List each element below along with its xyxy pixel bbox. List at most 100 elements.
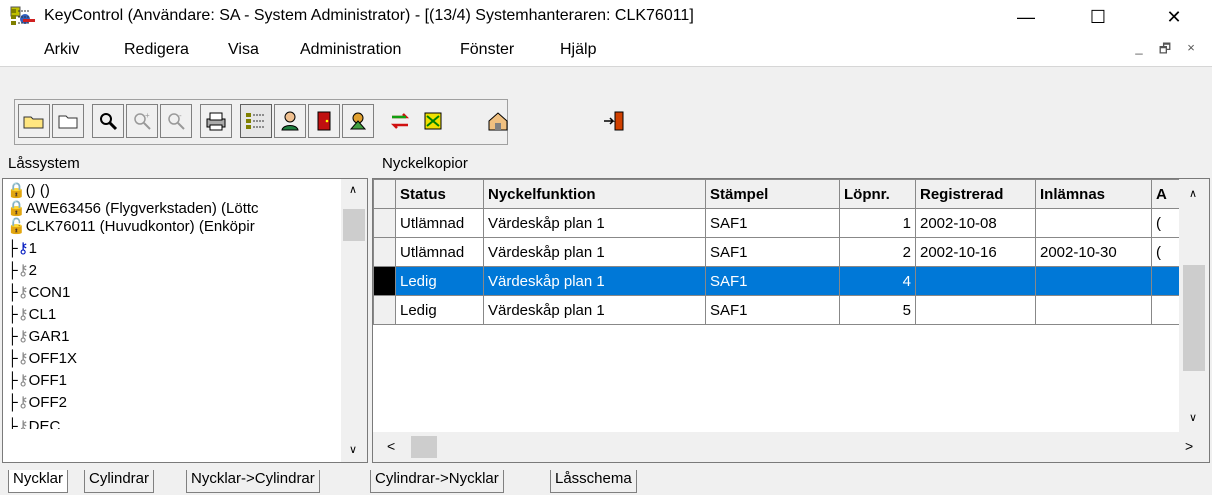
menu-administration[interactable]: Administration [300, 41, 401, 59]
scrollbar-thumb[interactable] [411, 436, 437, 458]
tree-node-key-2[interactable]: ├⚷2 [7, 261, 37, 279]
row-selector[interactable] [373, 295, 396, 325]
table-row[interactable]: Ledig Värdeskåp plan 1 SAF1 5 [373, 295, 1182, 325]
column-header-stampel[interactable]: Stämpel [705, 179, 840, 209]
open-folder-icon[interactable] [18, 104, 50, 138]
cell-stampel: SAF1 [705, 266, 840, 296]
door-icon[interactable] [308, 104, 340, 138]
maximize-button[interactable]: ☐ [1070, 0, 1126, 34]
cell-inlamnas: 2002-10-30 [1035, 237, 1152, 267]
minimize-button[interactable]: — [998, 0, 1054, 34]
scroll-up-icon[interactable]: ∧ [1189, 187, 1197, 200]
key-icon: ⚷ [17, 394, 29, 411]
table-row-selected[interactable]: Ledig Värdeskåp plan 1 SAF1 4 [373, 266, 1182, 296]
key-group-icon[interactable] [342, 104, 374, 138]
key-icon: ⚷ [17, 284, 29, 301]
mdi-restore-button[interactable]: 🗗 [1154, 40, 1176, 60]
row-selector[interactable] [373, 237, 396, 267]
lock-open-icon: 🔓 [7, 218, 26, 235]
lassystem-label: Låssystem [8, 155, 80, 172]
tab-cylindrar[interactable]: Cylindrar [84, 470, 155, 493]
lock-icon: 🔒 [7, 200, 26, 217]
zoom-in-icon[interactable]: + [126, 104, 158, 138]
key-icon-blue: ⚷ [17, 240, 29, 257]
column-header-inlamnas[interactable]: Inlämnas [1035, 179, 1152, 209]
column-header-registrerad[interactable]: Registrerad [915, 179, 1036, 209]
scroll-down-icon[interactable]: ∨ [1189, 411, 1197, 424]
tab-nycklar-cylindrar[interactable]: Nycklar->Cylindrar [186, 470, 320, 493]
mdi-close-button[interactable]: × [1180, 40, 1202, 60]
menu-fonster[interactable]: Fönster [460, 41, 514, 59]
cell-a: ( [1151, 237, 1182, 267]
cell-nyckelfunktion: Värdeskåp plan 1 [483, 295, 706, 325]
table-row[interactable]: Utlämnad Värdeskåp plan 1 SAF1 2 2002-10… [373, 237, 1182, 267]
cell-stampel: SAF1 [705, 237, 840, 267]
tree-node-off2[interactable]: ├⚷OFF2 [7, 393, 67, 411]
tree-view-icon[interactable] [240, 104, 272, 138]
exit-door-icon[interactable] [598, 104, 630, 138]
transfer-icon[interactable] [384, 104, 416, 138]
cell-stampel: SAF1 [705, 208, 840, 238]
menu-visa[interactable]: Visa [228, 41, 259, 59]
grid-vertical-scrollbar[interactable]: ∧ ∨ [1179, 179, 1209, 432]
key-icon: ⚷ [17, 418, 29, 429]
key-exchange-icon[interactable] [418, 104, 450, 138]
row-selector-header [373, 179, 396, 209]
tree-node-con1[interactable]: ├⚷CON1 [7, 283, 70, 301]
column-header-status[interactable]: Status [395, 179, 484, 209]
row-selector[interactable] [373, 208, 396, 238]
cell-registrerad: 2002-10-08 [915, 208, 1036, 238]
cell-inlamnas [1035, 266, 1152, 296]
tree-node-root[interactable]: 🔒() () [7, 181, 50, 199]
grid-horizontal-scrollbar[interactable]: < > [373, 432, 1209, 462]
tree-node-dec[interactable]: ├⚷DEC [7, 417, 60, 429]
row-selector[interactable] [373, 266, 396, 296]
table-row[interactable]: Utlämnad Värdeskåp plan 1 SAF1 1 2002-10… [373, 208, 1182, 238]
scroll-left-icon[interactable]: < [387, 438, 395, 454]
menu-arkiv[interactable]: Arkiv [44, 41, 80, 59]
svg-text:+: + [145, 111, 150, 120]
tree-node-gar1[interactable]: ├⚷GAR1 [7, 327, 70, 345]
print-icon[interactable] [200, 104, 232, 138]
scrollbar-thumb[interactable] [343, 209, 365, 241]
tab-nycklar[interactable]: Nycklar [8, 470, 69, 493]
key-copies-grid[interactable]: Status Nyckelfunktion Stämpel Löpnr. Reg… [372, 178, 1210, 463]
close-button[interactable]: ✕ [1146, 0, 1202, 34]
key-icon: ⚷ [17, 262, 29, 279]
tab-cylindrar-nycklar[interactable]: Cylindrar->Nycklar [370, 470, 504, 493]
scrollbar-thumb[interactable] [1183, 265, 1205, 371]
cell-inlamnas [1035, 295, 1152, 325]
cell-status: Utlämnad [395, 237, 484, 267]
tree-node-cl1[interactable]: ├⚷CL1 [7, 305, 56, 323]
column-header-a[interactable]: A [1151, 179, 1182, 209]
key-icon: ⚷ [17, 372, 29, 389]
zoom-out-icon[interactable]: - [160, 104, 192, 138]
menu-hjalp[interactable]: Hjälp [560, 41, 596, 59]
scroll-right-icon[interactable]: > [1185, 438, 1193, 454]
tree-node-off1[interactable]: ├⚷OFF1 [7, 371, 67, 389]
mdi-minimize-button[interactable]: _ [1128, 40, 1150, 60]
tab-lasschema[interactable]: Låsschema [550, 470, 637, 493]
header-row: Status Nyckelfunktion Stämpel Löpnr. Reg… [373, 179, 1182, 209]
tree-node-off1x[interactable]: ├⚷OFF1X [7, 349, 77, 367]
home-icon[interactable] [482, 104, 514, 138]
cell-nyckelfunktion: Värdeskåp plan 1 [483, 266, 706, 296]
tree-node-clk76011[interactable]: 🔓CLK76011 (Huvudkontor) (Enköpir [7, 217, 255, 235]
document-tree-icon[interactable] [10, 8, 32, 26]
column-header-lopnr[interactable]: Löpnr. [839, 179, 916, 209]
tree-node-key-1[interactable]: ├⚷1 [7, 239, 37, 257]
person-icon[interactable] [274, 104, 306, 138]
cell-lopnr: 2 [839, 237, 916, 267]
folder-icon[interactable] [52, 104, 84, 138]
cell-stampel: SAF1 [705, 295, 840, 325]
tree-node-awe63456[interactable]: 🔒AWE63456 (Flygverkstaden) (Löttc [7, 199, 259, 217]
scroll-down-icon[interactable]: ∨ [349, 443, 357, 456]
cell-a [1151, 295, 1182, 325]
column-header-nyckelfunktion[interactable]: Nyckelfunktion [483, 179, 706, 209]
tree-vertical-scrollbar[interactable]: ∧ ∨ [341, 179, 367, 462]
lock-system-tree[interactable]: 🔒() () 🔒AWE63456 (Flygverkstaden) (Löttc… [2, 178, 368, 463]
menu-redigera[interactable]: Redigera [124, 41, 189, 59]
cell-nyckelfunktion: Värdeskåp plan 1 [483, 237, 706, 267]
search-icon[interactable] [92, 104, 124, 138]
scroll-up-icon[interactable]: ∧ [349, 183, 357, 196]
